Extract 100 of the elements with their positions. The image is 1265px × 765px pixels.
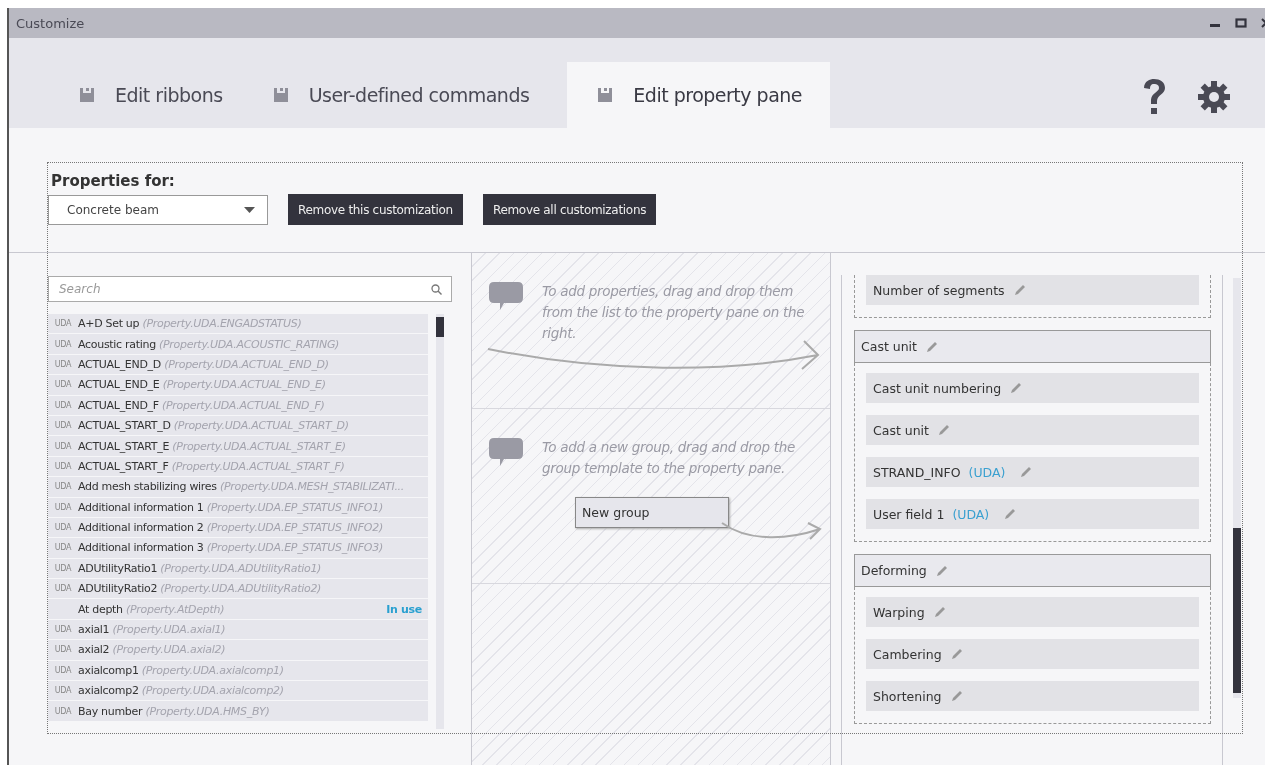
pencil-icon[interactable] [932, 605, 947, 619]
property-row[interactable]: UDA Bay number (Property.UDA.HMS_BY) [48, 701, 428, 721]
property-name: Acoustic rating (Property.UDA.ACOUSTIC_RATING) [78, 337, 341, 351]
property-item[interactable]: Cambering [866, 639, 1199, 669]
uda-label: UDA [53, 359, 73, 369]
property-name: A+D Set up (Property.UDA.ENGADSTATUS) [78, 317, 303, 331]
group-header[interactable]: Deforming [854, 554, 1211, 587]
property-row[interactable]: UDA Additional information 2 (Property.UDA.EP_STATUS_INFO2) [48, 517, 428, 538]
uda-label: UDA [53, 319, 73, 329]
property-row[interactable]: UDA ACTUAL_END_F (Property.UDA.ACTUAL_END_F) [48, 395, 428, 415]
property-name: axialcomp2 (Property.UDA.axialcomp2) [78, 684, 285, 698]
uda-label: UDA [53, 482, 73, 492]
scrollbar[interactable] [1233, 278, 1241, 698]
property-item[interactable]: Cast unit numbering [866, 373, 1199, 403]
tab[interactable]: User-defined commands [260, 62, 558, 128]
property-row[interactable]: UDA Additional information 1 (Property.UDA.EP_STATUS_INFO1) [48, 497, 428, 517]
search-field[interactable]: Search [48, 276, 452, 302]
property-row[interactable]: UDA ACTUAL_END_E (Property.UDA.ACTUAL_END_E) [48, 375, 428, 395]
property-row[interactable]: UDA Acoustic rating (Property.UDA.ACOUSTIC_RATING) [48, 334, 428, 354]
property-name: ADUtilityRatio1 (Property.UDA.ADUtilityRatio1) [78, 561, 323, 575]
property-row[interactable]: UDA Add mesh stabilizing wires (Property.UDA.MESH_STABILIZATI... [48, 477, 428, 497]
scrollbar[interactable] [436, 314, 444, 729]
uda-label: UDA [53, 645, 73, 655]
object-type-dropdown[interactable]: Concrete beam [48, 194, 268, 225]
property-item[interactable]: Warping [866, 597, 1199, 627]
property-item[interactable]: Number of segments [866, 275, 1199, 305]
property-name: Add mesh stabilizing wires (Property.UDA.MESH_STABILIZATI... [78, 480, 405, 494]
uda-label: UDA [53, 686, 73, 696]
section-label: Properties for: [51, 172, 176, 190]
tab[interactable]: Edit ribbons [67, 62, 251, 128]
uda-label: UDA [53, 584, 73, 594]
hint-text: To add properties, drag and drop them from the list to the property pane on the right. [542, 282, 806, 343]
property-row[interactable]: UDA A+D Set up (Property.UDA.ENGADSTATUS) [48, 314, 428, 334]
property-row[interactable]: UDA ACTUAL_START_E (Property.UDA.ACTUAL_START_E) [48, 436, 428, 456]
group-template[interactable]: New group [575, 497, 729, 528]
pencil-icon[interactable] [925, 339, 939, 354]
tab[interactable]: Edit property pane [567, 62, 830, 128]
settings-icon[interactable] [1197, 80, 1231, 114]
uda-label: UDA [53, 543, 73, 553]
property-name: ACTUAL_END_E (Property.UDA.ACTUAL_END_E) [78, 378, 327, 392]
property-name: ACTUAL_START_F (Property.UDA.ACTUAL_START_F) [78, 459, 346, 473]
property-item[interactable]: User field 1 (UDA) [866, 499, 1199, 529]
property-name: axial1 (Property.UDA.axial1) [78, 623, 227, 637]
uda-label: UDA [53, 400, 73, 410]
speech-bubble-icon [488, 437, 524, 467]
pencil-icon[interactable] [934, 563, 949, 578]
uda-label: UDA [53, 441, 73, 451]
remove-customization-button[interactable]: Remove this customization [288, 194, 463, 225]
property-item[interactable]: Shortening [866, 681, 1199, 711]
uda-label: UDA [53, 339, 73, 349]
pencil-icon[interactable] [949, 647, 964, 661]
property-name: axialcomp1 (Property.UDA.axialcomp1) [78, 663, 285, 677]
pencil-icon[interactable] [1019, 465, 1034, 479]
maximize-icon[interactable] [1235, 17, 1247, 29]
property-name: At depth (Property.AtDepth) [78, 602, 226, 616]
uda-label: UDA [53, 523, 73, 533]
property-row[interactable]: UDA ADUtilityRatio1 (Property.UDA.ADUtilityRatio1) [48, 558, 428, 579]
uda-label: UDA [53, 625, 73, 635]
pencil-icon[interactable] [1012, 283, 1027, 297]
property-name: ACTUAL_END_D (Property.UDA.ACTUAL_END_D) [78, 357, 330, 371]
scroll-thumb[interactable] [1233, 528, 1241, 693]
window-title: Customize [16, 15, 85, 31]
property-row[interactable]: At depth (Property.AtDepth) In use [48, 599, 428, 619]
caret-icon [244, 206, 255, 213]
speech-bubble-icon [488, 281, 524, 311]
scroll-thumb[interactable] [436, 317, 444, 337]
property-name: axial2 (Property.UDA.axial2) [78, 643, 227, 657]
property-row[interactable]: UDA Additional information 3 (Property.UDA.EP_STATUS_INFO3) [48, 538, 428, 558]
save-icon [272, 87, 289, 103]
property-name: Additional information 2 (Property.UDA.EP_STATUS_INFO2) [78, 521, 384, 535]
uda-label: UDA [53, 421, 73, 431]
hint-text: To add a new group, drag and drop the group template to the property pane. [542, 438, 796, 478]
save-icon [79, 87, 95, 103]
property-name: Bay number (Property.UDA.HMS_BY) [78, 704, 271, 718]
property-row[interactable]: UDA ADUtilityRatio2 (Property.UDA.ADUtilityRatio2) [48, 579, 428, 599]
property-row[interactable]: UDA axialcomp2 (Property.UDA.axialcomp2) [48, 681, 428, 701]
pencil-icon[interactable] [937, 423, 951, 437]
property-name: Additional information 1 (Property.UDA.EP_STATUS_INFO1) [78, 500, 384, 514]
pencil-icon[interactable] [949, 689, 964, 703]
pencil-icon[interactable] [1003, 507, 1018, 521]
remove-customization-button[interactable]: Remove all customizations [482, 194, 657, 225]
uda-label: UDA [53, 380, 73, 390]
help-icon[interactable] [1141, 78, 1167, 116]
property-row[interactable]: UDA axial2 (Property.UDA.axial2) [48, 640, 428, 660]
pencil-icon[interactable] [1009, 381, 1024, 395]
uda-label: UDA [53, 461, 73, 471]
uda-label: UDA [53, 665, 73, 675]
property-name: ADUtilityRatio2 (Property.UDA.ADUtilityRatio2) [78, 582, 323, 596]
save-icon [597, 87, 614, 103]
uda-label: UDA [53, 563, 73, 573]
search-icon [431, 284, 442, 295]
property-row[interactable]: UDA axialcomp1 (Property.UDA.axialcomp1) [48, 660, 428, 681]
property-row[interactable]: UDA axial1 (Property.UDA.axial1) [48, 619, 428, 640]
property-item[interactable]: STRAND_INFO (UDA) [866, 457, 1199, 487]
property-item[interactable]: Cast unit [866, 415, 1199, 445]
group-header[interactable]: Cast unit [854, 330, 1211, 363]
property-row[interactable]: UDA ACTUAL_START_D (Property.UDA.ACTUAL_START_D) [48, 415, 428, 436]
property-row[interactable]: UDA ACTUAL_END_D (Property.UDA.ACTUAL_END_D) [48, 354, 428, 375]
uda-label: UDA [53, 502, 73, 512]
property-row[interactable]: UDA ACTUAL_START_F (Property.UDA.ACTUAL_START_F) [48, 456, 428, 477]
